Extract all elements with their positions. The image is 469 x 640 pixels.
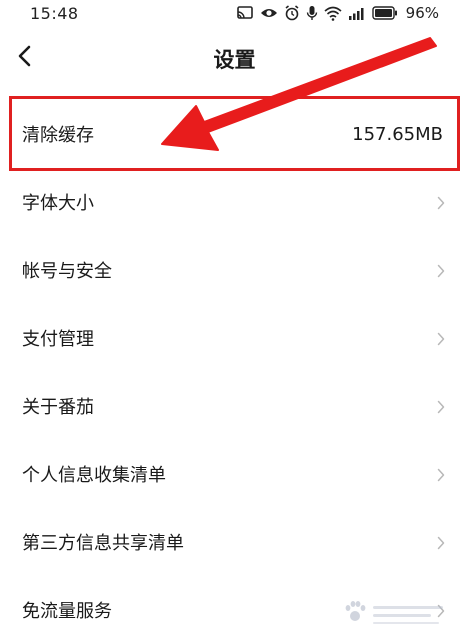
cache-size-value: 157.65MB (352, 123, 443, 145)
battery-icon (371, 6, 398, 20)
chevron-right-icon (437, 535, 445, 550)
settings-row-about[interactable]: 关于番茄 (0, 372, 469, 440)
row-label: 清除缓存 (22, 125, 94, 146)
chevron-right-icon (437, 467, 445, 482)
settings-row-third-party[interactable]: 第三方信息共享清单 (0, 508, 469, 576)
status-bar: 15:48 96% (0, 0, 469, 28)
row-label: 第三方信息共享清单 (22, 533, 184, 554)
settings-row-font-size[interactable]: 字体大小 (0, 168, 469, 236)
row-label: 支付管理 (22, 329, 94, 350)
chevron-right-icon (437, 399, 445, 414)
chevron-right-icon (437, 263, 445, 278)
row-label: 字体大小 (22, 193, 94, 214)
status-icons: 96% (236, 3, 439, 23)
settings-row-clear-cache[interactable]: 清除缓存 157.65MB (0, 100, 469, 168)
settings-list: 清除缓存 157.65MB 字体大小 帐号与安全 支付管理 关于番茄 个人信息收… (0, 100, 469, 640)
alarm-icon (284, 5, 300, 21)
signal-icon (348, 6, 366, 21)
row-label: 关于番茄 (22, 397, 94, 418)
status-time: 15:48 (30, 4, 79, 23)
row-label: 帐号与安全 (22, 261, 112, 282)
settings-row-account-security[interactable]: 帐号与安全 (0, 236, 469, 304)
row-label: 个人信息收集清单 (22, 465, 166, 486)
row-label: 免流量服务 (22, 601, 112, 622)
battery-percent: 96% (405, 4, 439, 22)
chevron-right-icon (437, 331, 445, 346)
settings-screen: 15:48 96% 设置 清除缓存 157.65MB 字体大小 帐号与安全 支付… (0, 0, 469, 640)
settings-row-personal-info[interactable]: 个人信息收集清单 (0, 440, 469, 508)
eye-icon (260, 6, 278, 20)
settings-row-payment[interactable]: 支付管理 (0, 304, 469, 372)
page-title: 设置 (213, 48, 256, 72)
wifi-icon (324, 6, 342, 21)
mic-icon (306, 5, 318, 21)
baidu-paw-icon (345, 601, 443, 624)
header-bar: 设置 (0, 32, 469, 84)
cast-icon (236, 5, 254, 21)
chevron-right-icon (437, 195, 445, 210)
